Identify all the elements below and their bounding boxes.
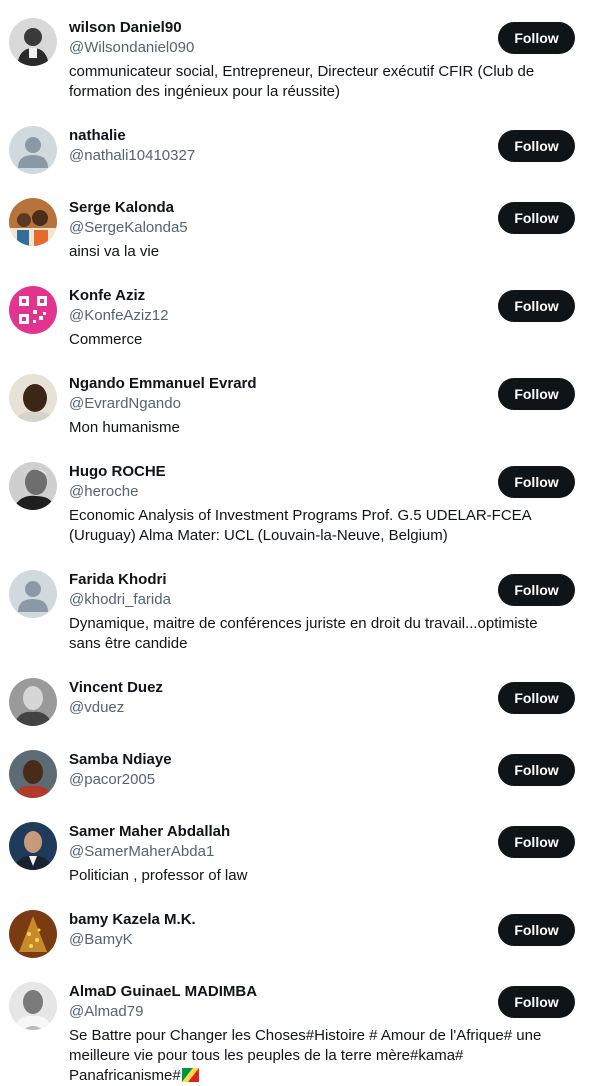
user-bio: Dynamique, maitre de conférences juriste…	[69, 615, 538, 652]
user-bio: Politician , professor of law	[69, 867, 248, 884]
follow-button[interactable]: Follow	[498, 986, 575, 1018]
default-avatar-icon[interactable]	[9, 570, 57, 618]
user-handle[interactable]: @SergeKalonda5	[69, 218, 188, 238]
display-name[interactable]: AlmaD GuinaeL MADIMBA	[69, 982, 257, 1002]
avatar[interactable]	[9, 462, 57, 510]
follow-button[interactable]: Follow	[498, 574, 575, 606]
user-handle[interactable]: @nathali10410327	[69, 146, 195, 166]
avatar[interactable]	[9, 822, 57, 870]
user-cell[interactable]: AlmaD GuinaeL MADIMBA @Almad79 Se Battre…	[0, 964, 591, 1085]
avatar[interactable]	[9, 198, 57, 246]
user-cell[interactable]: Samba Ndiaye @pacor2005 Follow	[0, 732, 591, 804]
user-bio: ainsi va la vie	[69, 243, 160, 260]
user-handle[interactable]: @KonfeAziz12	[69, 306, 168, 326]
display-name[interactable]: Farida Khodri	[69, 570, 167, 590]
follow-button[interactable]: Follow	[498, 130, 575, 162]
follow-button[interactable]: Follow	[498, 914, 575, 946]
user-bio: communicateur social, Entrepreneur, Dire…	[69, 63, 535, 100]
user-bio-text: Se Battre pour Changer les Choses#Histoi…	[69, 1027, 542, 1084]
user-cell[interactable]: Vincent Duez @vduez Follow	[0, 660, 591, 732]
display-name[interactable]: bamy Kazela M.K.	[69, 910, 196, 930]
follow-button[interactable]: Follow	[498, 22, 575, 54]
user-bio: Economic Analysis of Investment Programs…	[69, 507, 531, 544]
avatar[interactable]	[9, 678, 57, 726]
avatar[interactable]	[9, 910, 57, 958]
display-name[interactable]: Serge Kalonda	[69, 198, 174, 218]
user-cell[interactable]: Hugo ROCHE @heroche Economic Analysis of…	[0, 444, 591, 552]
follow-button[interactable]: Follow	[498, 466, 575, 498]
flag-congo-icon	[181, 1068, 199, 1082]
user-handle[interactable]: @khodri_farida	[69, 590, 171, 610]
display-name[interactable]: wilson Daniel90	[69, 18, 182, 38]
display-name[interactable]: Hugo ROCHE	[69, 462, 166, 482]
follow-button[interactable]: Follow	[498, 290, 575, 322]
follow-button[interactable]: Follow	[498, 682, 575, 714]
user-handle[interactable]: @Wilsondaniel090	[69, 38, 194, 58]
follow-button[interactable]: Follow	[498, 754, 575, 786]
user-handle[interactable]: @heroche	[69, 482, 138, 502]
default-avatar-icon[interactable]	[9, 126, 57, 174]
follow-button[interactable]: Follow	[498, 202, 575, 234]
user-cell[interactable]: nathalie @nathali10410327 Follow	[0, 108, 591, 180]
user-handle[interactable]: @EvrardNgando	[69, 394, 181, 414]
user-handle[interactable]: @SamerMaherAbda1	[69, 842, 214, 862]
avatar[interactable]	[9, 18, 57, 66]
follow-button[interactable]: Follow	[498, 378, 575, 410]
user-cell[interactable]: Farida Khodri @khodri_farida Dynamique, …	[0, 552, 591, 660]
user-cell[interactable]: wilson Daniel90 @Wilsondaniel090 communi…	[0, 0, 591, 108]
user-cell[interactable]: Konfe Aziz @KonfeAziz12 Commerce Follow	[0, 268, 591, 356]
user-cell[interactable]: Serge Kalonda @SergeKalonda5 ainsi va la…	[0, 180, 591, 268]
user-handle[interactable]: @Almad79	[69, 1002, 143, 1022]
display-name[interactable]: nathalie	[69, 126, 126, 146]
display-name[interactable]: Ngando Emmanuel Evrard	[69, 374, 257, 394]
display-name[interactable]: Vincent Duez	[69, 678, 163, 698]
user-cell[interactable]: Ngando Emmanuel Evrard @EvrardNgando Mon…	[0, 356, 591, 444]
user-bio: Commerce	[69, 331, 143, 348]
user-handle[interactable]: @pacor2005	[69, 770, 155, 790]
user-cell[interactable]: bamy Kazela M.K. @BamyK Follow	[0, 892, 591, 964]
display-name[interactable]: Samba Ndiaye	[69, 750, 172, 770]
user-cell[interactable]: Samer Maher Abdallah @SamerMaherAbda1 Po…	[0, 804, 591, 892]
avatar[interactable]	[9, 374, 57, 422]
display-name[interactable]: Konfe Aziz	[69, 286, 145, 306]
follow-button[interactable]: Follow	[498, 826, 575, 858]
user-handle[interactable]: @BamyK	[69, 930, 133, 950]
user-bio: Mon humanisme	[69, 419, 180, 436]
avatar[interactable]	[9, 286, 57, 334]
user-bio: Se Battre pour Changer les Choses#Histoi…	[69, 1026, 559, 1086]
display-name[interactable]: Samer Maher Abdallah	[69, 822, 230, 842]
avatar[interactable]	[9, 982, 57, 1030]
avatar[interactable]	[9, 750, 57, 798]
user-handle[interactable]: @vduez	[69, 698, 124, 718]
